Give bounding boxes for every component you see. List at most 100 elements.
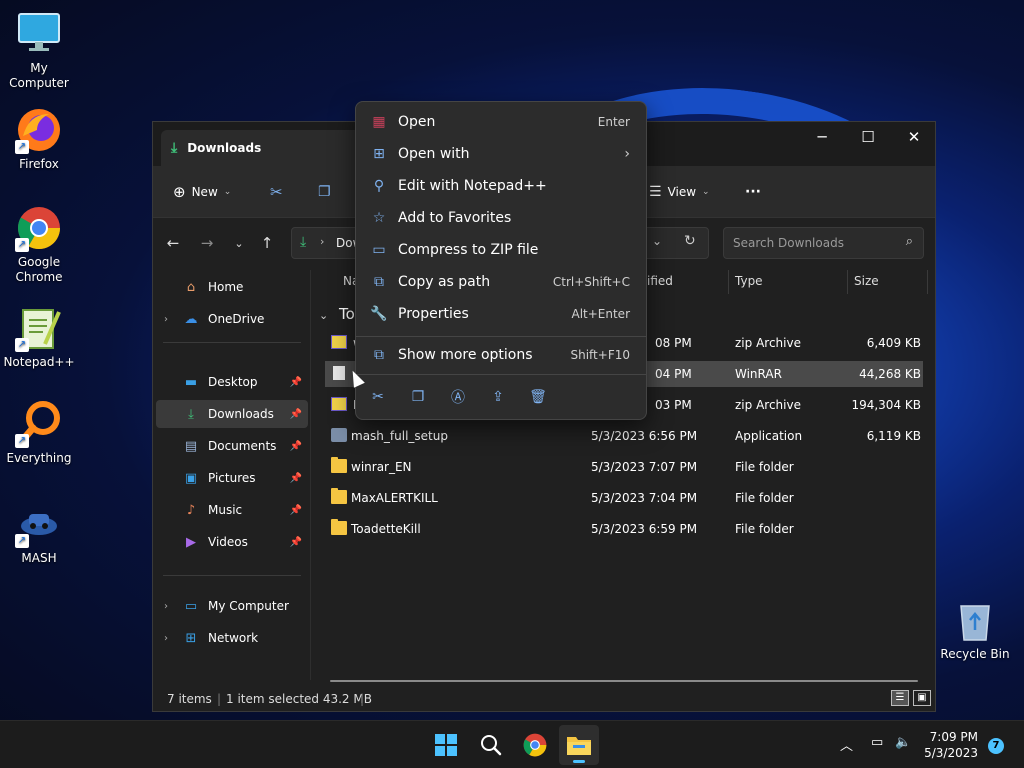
forward-button[interactable]: →	[195, 231, 219, 255]
pictures-icon: ▣	[184, 470, 198, 486]
desktop-icon-everything[interactable]: ↗ Everything	[0, 400, 78, 466]
taskbar-chrome-button[interactable]	[515, 725, 555, 765]
desktop-icon-mash[interactable]: ↗ MASH	[0, 500, 78, 566]
nav-item-desktop[interactable]: ▬ Desktop 📌	[156, 368, 308, 396]
file-modified: 5/3/2023 6:56 PM	[591, 429, 698, 443]
file-type: File folder	[735, 460, 794, 474]
monitor-icon	[15, 10, 63, 58]
quick-rename-button[interactable]: Ⓐ	[448, 387, 468, 407]
nav-item-onedrive[interactable]: › ☁ OneDrive	[156, 305, 308, 333]
context-menu-copy-path[interactable]: ⧉ Copy as path Ctrl+Shift+C	[360, 267, 644, 297]
pin-icon[interactable]: 📌	[290, 537, 302, 548]
column-separator[interactable]	[927, 270, 928, 294]
start-button[interactable]	[426, 725, 466, 765]
pin-icon[interactable]: 📌	[290, 473, 302, 484]
chevron-right-icon[interactable]: ›	[164, 633, 176, 644]
table-row[interactable]: MaxALERTKILL 5/3/2023 7:04 PM File folde…	[325, 485, 923, 511]
shortcut-arrow-icon: ↗	[15, 238, 29, 252]
scissors-icon: ✂	[372, 389, 384, 405]
pin-icon[interactable]: 📌	[290, 377, 302, 388]
copy-path-icon: ⧉	[374, 274, 384, 290]
taskbar-file-explorer-button[interactable]	[559, 725, 599, 765]
recent-locations-button[interactable]: ⌄	[227, 231, 251, 255]
context-menu-open[interactable]: ▦ Open Enter	[360, 107, 644, 137]
copy-button[interactable]: ❐	[318, 178, 331, 206]
show-hidden-icons-chevron-icon[interactable]: ︿	[840, 735, 853, 754]
desktop-icon-recycle-bin[interactable]: Recycle Bin	[936, 596, 1014, 662]
nav-item-documents[interactable]: ▤ Documents 📌	[156, 432, 308, 460]
nav-item-videos[interactable]: ▶ Videos 📌	[156, 528, 308, 556]
desktop-icon-my-computer[interactable]: My Computer	[0, 10, 78, 91]
context-menu-properties[interactable]: 🔧 Properties Alt+Enter	[360, 299, 644, 329]
desktop-icon-chrome[interactable]: ↗ Google Chrome	[0, 204, 78, 285]
notification-badge[interactable]: 7	[988, 738, 1004, 754]
star-icon: ☆	[372, 210, 386, 226]
status-divider: |	[217, 692, 222, 706]
cut-button[interactable]: ✂	[270, 178, 283, 206]
chevron-right-icon[interactable]: ›	[164, 314, 176, 325]
nav-item-network[interactable]: › ⊞ Network	[156, 624, 308, 652]
column-header-modified[interactable]: ified	[647, 274, 673, 288]
quick-cut-button[interactable]: ✂	[368, 387, 388, 407]
maximize-button[interactable]: ☐	[845, 122, 891, 152]
desktop-icon: ▬	[184, 374, 198, 390]
menu-item-label: Copy as path	[398, 274, 491, 290]
column-separator[interactable]	[728, 270, 729, 294]
arrow-right-icon: →	[200, 234, 214, 252]
table-row[interactable]: mash_full_setup 5/3/2023 6:56 PM Applica…	[325, 423, 923, 449]
quick-delete-button[interactable]: 🗑	[528, 387, 548, 407]
up-button[interactable]: ↑	[255, 231, 279, 255]
table-row[interactable]: winrar_EN 5/3/2023 7:07 PM File folder	[325, 454, 923, 480]
download-icon: ⤓	[300, 234, 307, 250]
nav-item-label: Documents	[208, 439, 277, 453]
column-header-size[interactable]: Size	[854, 274, 879, 288]
pin-icon[interactable]: 📌	[290, 505, 302, 516]
column-separator[interactable]	[847, 270, 848, 294]
desktop-icon-notepadpp[interactable]: ↗ Notepad++	[0, 304, 78, 370]
close-button[interactable]: ✕	[891, 122, 937, 152]
context-menu-open-with[interactable]: ⊞ Open with ›	[360, 139, 644, 169]
search-icon	[481, 735, 502, 756]
file-name: winrar_EN	[351, 460, 412, 474]
more-options-button[interactable]: ···	[745, 178, 761, 206]
minimize-button[interactable]: ─	[799, 122, 845, 152]
tiles-view-toggle[interactable]: ▣	[913, 690, 931, 706]
nav-item-my-computer[interactable]: › ▭ My Computer	[156, 592, 308, 620]
context-menu-edit-notepadpp[interactable]: ⚲ Edit with Notepad++	[360, 171, 644, 201]
quick-copy-button[interactable]: ❐	[408, 387, 428, 407]
system-clock[interactable]: 7:09 PM 5/3/2023	[924, 729, 978, 761]
context-menu-add-favorites[interactable]: ☆ Add to Favorites	[360, 203, 644, 233]
refresh-icon[interactable]: ↻	[684, 233, 696, 249]
taskbar-search-button[interactable]	[471, 725, 511, 765]
folder-icon	[331, 519, 347, 535]
pin-icon[interactable]: 📌	[290, 409, 302, 420]
table-row[interactable]: ToadetteKill 5/3/2023 6:59 PM File folde…	[325, 516, 923, 542]
menu-item-shortcut: Shift+F10	[570, 348, 630, 362]
address-history-icon[interactable]: ⌄	[652, 234, 662, 248]
column-header-type[interactable]: Type	[735, 274, 763, 288]
quick-share-button[interactable]: ⇪	[488, 387, 508, 407]
folder-icon	[331, 488, 347, 504]
network-tray-icon[interactable]: ▭	[871, 735, 883, 750]
copy-icon: ❐	[411, 389, 425, 405]
context-menu-compress-zip[interactable]: ▭ Compress to ZIP file	[360, 235, 644, 265]
notepadpp-icon: ↗	[15, 304, 63, 352]
details-view-toggle[interactable]: ☰	[891, 690, 909, 706]
nav-item-music[interactable]: ♪ Music 📌	[156, 496, 308, 524]
horizontal-scrollbar[interactable]	[330, 680, 918, 682]
desktop-icon-firefox[interactable]: ↗ Firefox	[0, 106, 78, 172]
file-modified: 5/3/2023 7:04 PM	[591, 491, 698, 505]
new-button[interactable]: ⊕ New ⌄	[173, 178, 231, 206]
nav-item-home[interactable]: ⌂ Home	[156, 273, 308, 301]
nav-item-pictures[interactable]: ▣ Pictures 📌	[156, 464, 308, 492]
volume-icon[interactable]: 🔈	[895, 735, 911, 750]
windows-logo-icon	[435, 734, 457, 756]
firefox-icon: ↗	[15, 106, 63, 154]
back-button[interactable]: ←	[161, 231, 185, 255]
chevron-right-icon[interactable]: ›	[164, 601, 176, 612]
view-button[interactable]: ☰ View ⌄	[649, 178, 710, 206]
nav-item-downloads[interactable]: ⤓ Downloads 📌	[156, 400, 308, 428]
context-menu-show-more[interactable]: ⧉ Show more options Shift+F10	[360, 340, 644, 370]
search-input[interactable]: Search Downloads ⌕	[723, 227, 924, 259]
pin-icon[interactable]: 📌	[290, 441, 302, 452]
